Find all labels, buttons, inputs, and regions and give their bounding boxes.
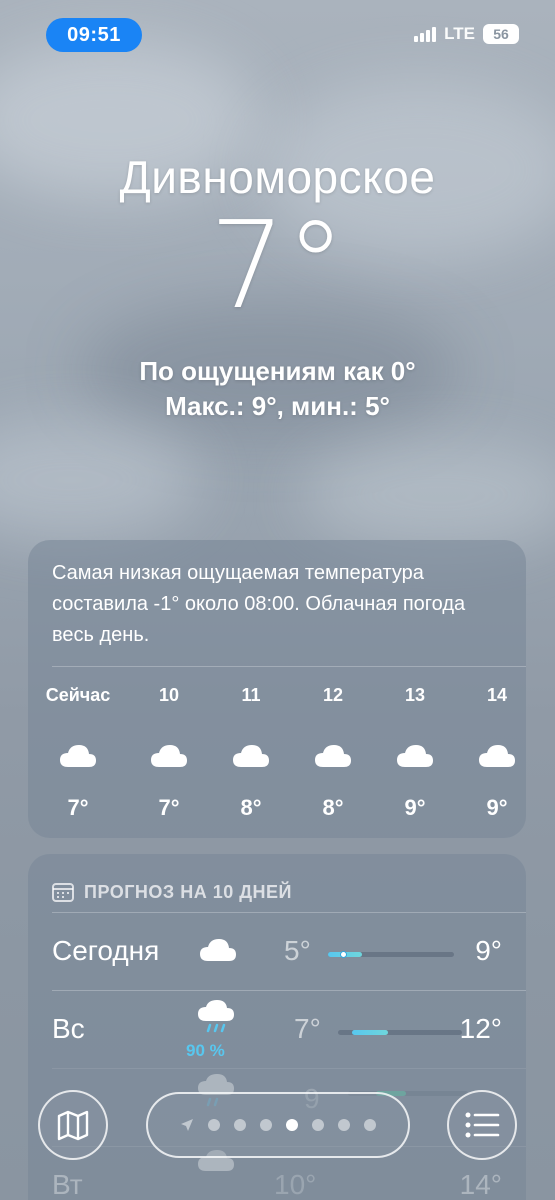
feels-like: По ощущениям как 0° xyxy=(139,356,416,386)
status-indicators: LTE 56 xyxy=(414,24,519,44)
temperature-range-bar xyxy=(338,1030,462,1035)
temperature-range-bar xyxy=(328,951,454,958)
map-icon xyxy=(57,1110,89,1141)
cloud-icon xyxy=(313,715,353,795)
hour-temperature: 8° xyxy=(240,795,262,820)
daily-forecast-header: ПРОГНОЗ НА 10 ДНЕЙ xyxy=(28,854,526,912)
hourly-list[interactable]: Сейчас 7° 10 7° 11 8° 12 8° 13 9° 14 9° xyxy=(28,667,526,821)
current-location-arrow-icon[interactable] xyxy=(180,1118,194,1132)
day-low: 7° xyxy=(294,1013,321,1044)
hourly-forecast-card[interactable]: Самая низкая ощущаемая температура соста… xyxy=(28,540,526,838)
current-temperature: 7° xyxy=(209,197,346,336)
hour-item: 10 7° xyxy=(128,685,210,821)
hour-temperature: 9° xyxy=(486,795,508,820)
hour-label: 14 xyxy=(486,685,508,705)
cloud-icon xyxy=(200,939,236,961)
temperature-range-fill xyxy=(352,1030,388,1035)
hour-item: 11 8° xyxy=(210,685,292,821)
hour-item: 14 9° xyxy=(456,685,526,821)
precipitation-chance: 90 % xyxy=(186,1041,225,1060)
day-low: 5° xyxy=(284,935,311,966)
day-row-sunday[interactable]: Вс 90 % 7° 12° xyxy=(52,990,526,1068)
day-row-today[interactable]: Сегодня 5° 9° xyxy=(52,912,526,990)
city-name: Дивноморское xyxy=(119,151,436,203)
page-dot[interactable] xyxy=(260,1119,272,1131)
status-time[interactable]: 09:51 xyxy=(46,18,142,52)
hour-temperature: 7° xyxy=(67,795,89,820)
status-bar: 09:51 LTE 56 xyxy=(0,14,555,54)
hour-temperature: 9° xyxy=(404,795,426,820)
list-icon xyxy=(465,1112,500,1138)
hour-label: 11 xyxy=(241,685,261,705)
signal-icon xyxy=(414,26,437,42)
bottom-navigation xyxy=(0,1088,555,1168)
cloud-icon xyxy=(231,715,271,795)
rain-cloud-icon xyxy=(198,1000,234,1033)
day-low: 10° xyxy=(274,1169,317,1200)
page-dot-active[interactable] xyxy=(286,1119,298,1131)
cloud-icon xyxy=(477,715,517,795)
hour-item: Сейчас 7° xyxy=(28,685,128,821)
hour-label: 12 xyxy=(322,685,344,705)
hour-label: 13 xyxy=(404,685,426,705)
hour-temperature: 7° xyxy=(158,795,180,820)
page-dot[interactable] xyxy=(234,1119,246,1131)
cloud-icon xyxy=(58,715,98,795)
page-dot[interactable] xyxy=(208,1119,220,1131)
battery-icon: 56 xyxy=(483,24,519,44)
map-button[interactable] xyxy=(38,1090,108,1160)
day-high: 12° xyxy=(459,1013,502,1044)
page-dot[interactable] xyxy=(312,1119,324,1131)
day-high: 9° xyxy=(475,935,502,966)
day-high: 14° xyxy=(459,1169,502,1200)
hour-item: 13 9° xyxy=(374,685,456,821)
hour-label: 10 xyxy=(158,685,180,705)
day-name: Вс xyxy=(52,1013,85,1044)
day-name: Сегодня xyxy=(52,935,160,966)
location-pager[interactable] xyxy=(146,1092,410,1158)
hour-temperature: 8° xyxy=(322,795,344,820)
page-dot[interactable] xyxy=(364,1119,376,1131)
page-dot[interactable] xyxy=(338,1119,350,1131)
min-max: Макс.: 9°, мин.: 5° xyxy=(165,391,390,421)
daily-forecast-title: ПРОГНОЗ НА 10 ДНЕЙ xyxy=(84,881,292,902)
locations-list-button[interactable] xyxy=(447,1090,517,1160)
current-temperature-dot xyxy=(340,951,347,958)
network-type: LTE xyxy=(444,24,475,43)
calendar-icon xyxy=(52,883,74,902)
forecast-summary: Самая низкая ощущаемая температура соста… xyxy=(52,562,466,646)
weather-header: Дивноморское 7° По ощущениям как 0° Макс… xyxy=(0,150,555,422)
cloud-icon xyxy=(395,715,435,795)
day-name: Вт xyxy=(52,1169,83,1200)
hour-item: 12 8° xyxy=(292,685,374,821)
hour-label: Сейчас xyxy=(45,685,111,705)
cloud-icon xyxy=(149,715,189,795)
